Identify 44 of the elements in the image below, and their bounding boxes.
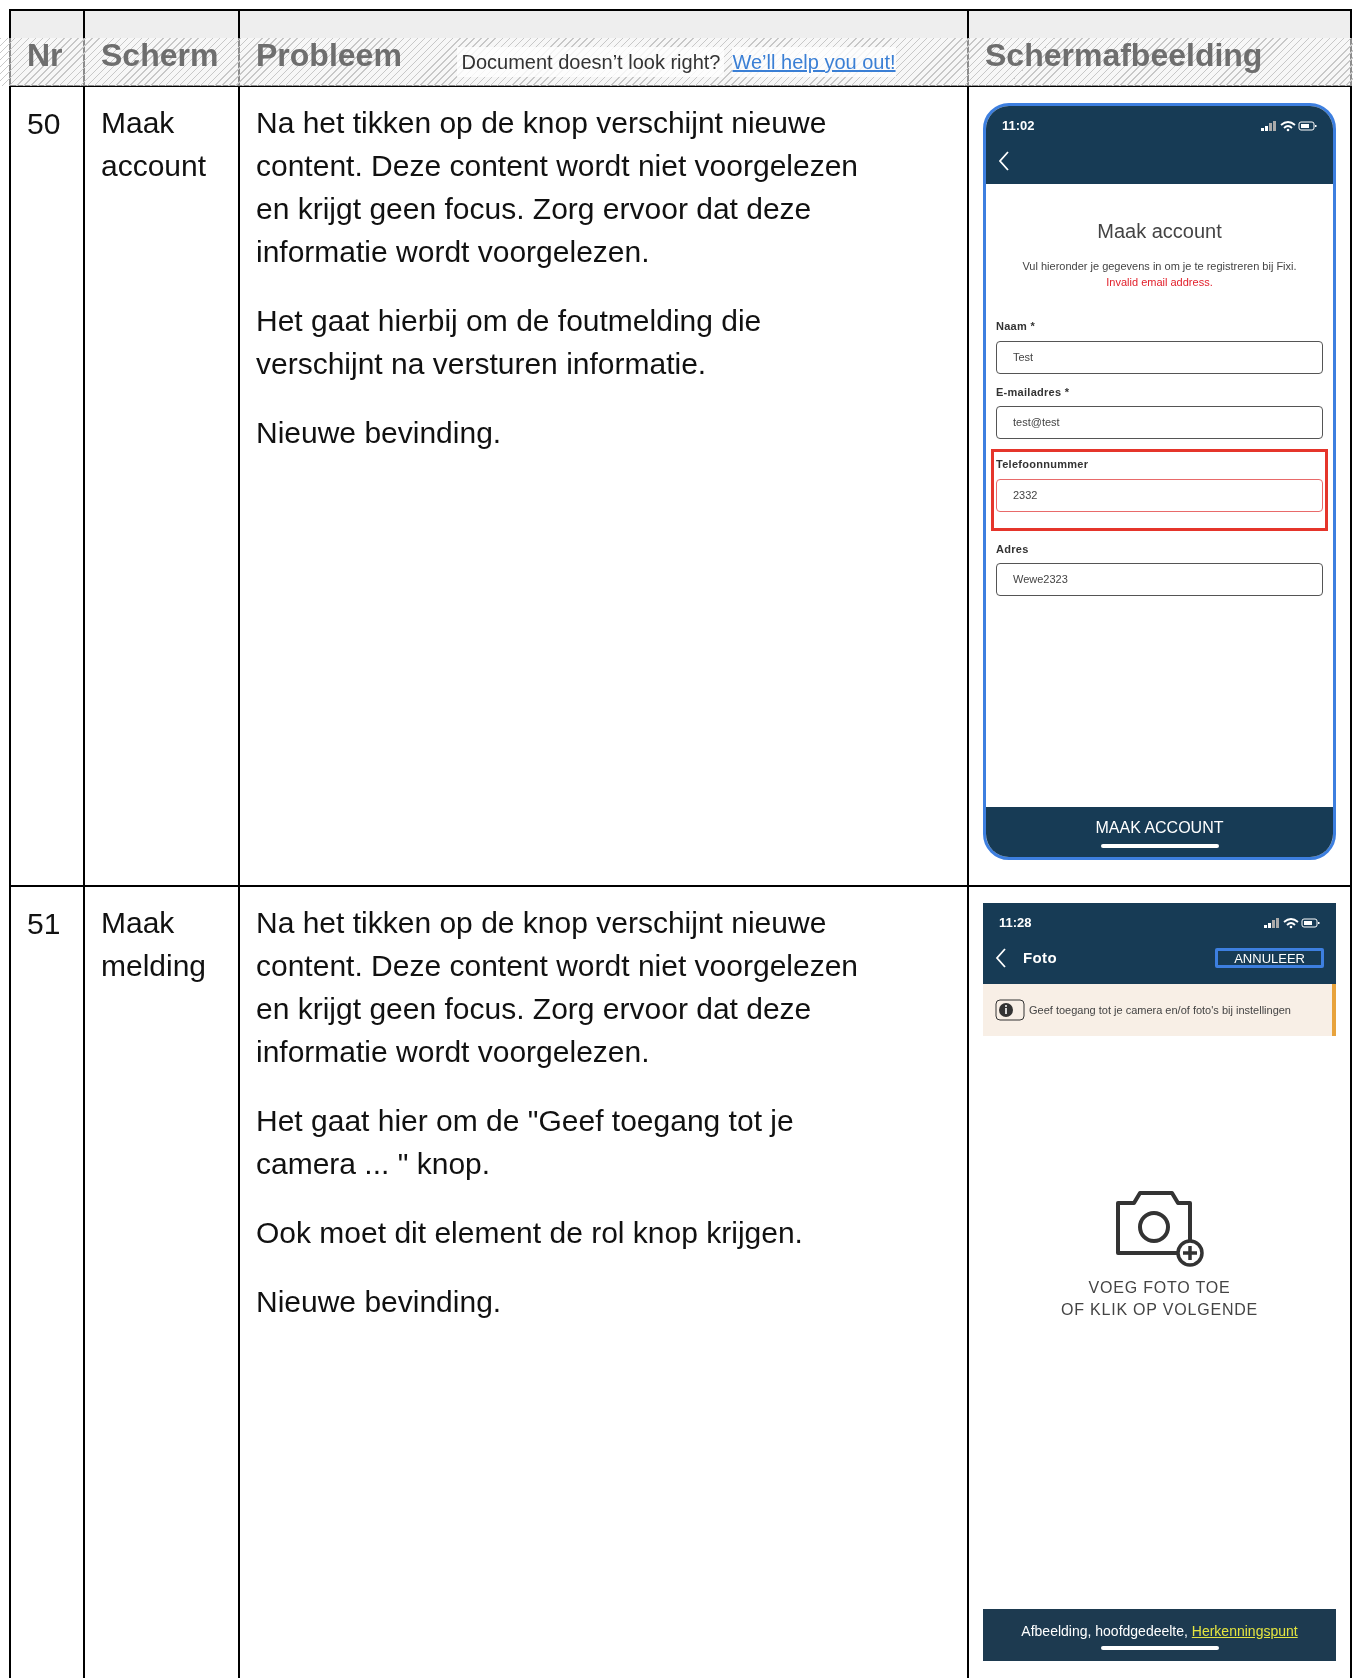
text-field[interactable]: Test [996, 340, 1323, 374]
problem-paragraph: Het gaat hierbij om de foutmelding die verschijnt na versturen informatie. [256, 303, 763, 382]
field-label: E-mailadres * [996, 384, 1071, 400]
problem-paragraph: Na het tikken op de knop verschijnt nieuwe content. Deze content wordt niet voorgelezen en krijgt geen focus. Zorg ervoor dat deze informatie wordt voorgelezen. [256, 905, 860, 1070]
status-time: 11:02 [1002, 117, 1035, 136]
help-link[interactable]: We’ll help you out! [732, 47, 896, 77]
caption-link[interactable]: Herkenningspunt [1191, 1622, 1298, 1639]
row-number: 50 [27, 107, 61, 140]
notice-text[interactable]: Geef toegang tot je camera en/of foto's bij instellingen [1029, 1002, 1291, 1018]
status-time: 11:28 [999, 914, 1032, 933]
create-account-button[interactable]: MAAK ACCOUNT [1095, 816, 1224, 840]
error-message: Invalid email address. [1106, 275, 1213, 290]
nav-title: Foto [1023, 948, 1057, 968]
status-icons [1261, 120, 1317, 132]
problem-paragraph: Ook moet dit element de rol knop krijgen. [256, 1215, 804, 1251]
screen-name: Maak melding [101, 905, 208, 984]
column-header: Probleem [256, 37, 402, 73]
info-icon[interactable] [995, 999, 1025, 1021]
back-icon[interactable] [995, 947, 1007, 970]
text-field[interactable]: 2332 [996, 478, 1323, 512]
text-field[interactable]: test@test [996, 406, 1323, 439]
empty-state-text: OF KLIK OP VOLGENDE [1060, 1300, 1259, 1320]
field-label: Adres [996, 541, 1030, 557]
status-icons [1264, 917, 1320, 929]
voiceover-caption: Afbeelding, hoofdgedeelte, Herkenningspunt [1021, 1621, 1298, 1641]
banner-text: Document doesn’t look right? [457, 47, 725, 77]
cancel-button[interactable]: ANNULEER [1215, 948, 1324, 969]
field-label: Telefoonnummer [996, 457, 1090, 472]
text-field[interactable]: Wewe2323 [996, 563, 1323, 596]
problem-paragraph: Nieuwe bevinding. [256, 415, 503, 451]
column-header: Schermafbeelding [985, 37, 1263, 73]
problem-paragraph: Na het tikken op de knop verschijnt nieuwe content. Deze content wordt niet voorgelezen en krijgt geen focus. Zorg ervoor dat deze informatie wordt voorgelezen. [256, 105, 860, 270]
form-intro: Vul hieronder je gegevens in om je te registreren bij Fixi. [1022, 259, 1297, 274]
column-header: Nr [27, 37, 63, 73]
empty-state-text: VOEG FOTO TOE [1088, 1278, 1231, 1298]
screen-name: Maak account [101, 105, 208, 184]
back-icon[interactable] [998, 150, 1010, 172]
field-label: Naam * [996, 319, 1036, 334]
row-number: 51 [27, 907, 61, 940]
problem-paragraph: Nieuwe bevinding. [256, 1284, 503, 1320]
column-header: Scherm [101, 37, 219, 73]
add-photo-icon[interactable] [1113, 1189, 1206, 1269]
problem-paragraph: Het gaat hier om de "Geef toegang tot je camera ... " knop. [256, 1103, 795, 1182]
form-title: Maak account [1097, 219, 1222, 244]
